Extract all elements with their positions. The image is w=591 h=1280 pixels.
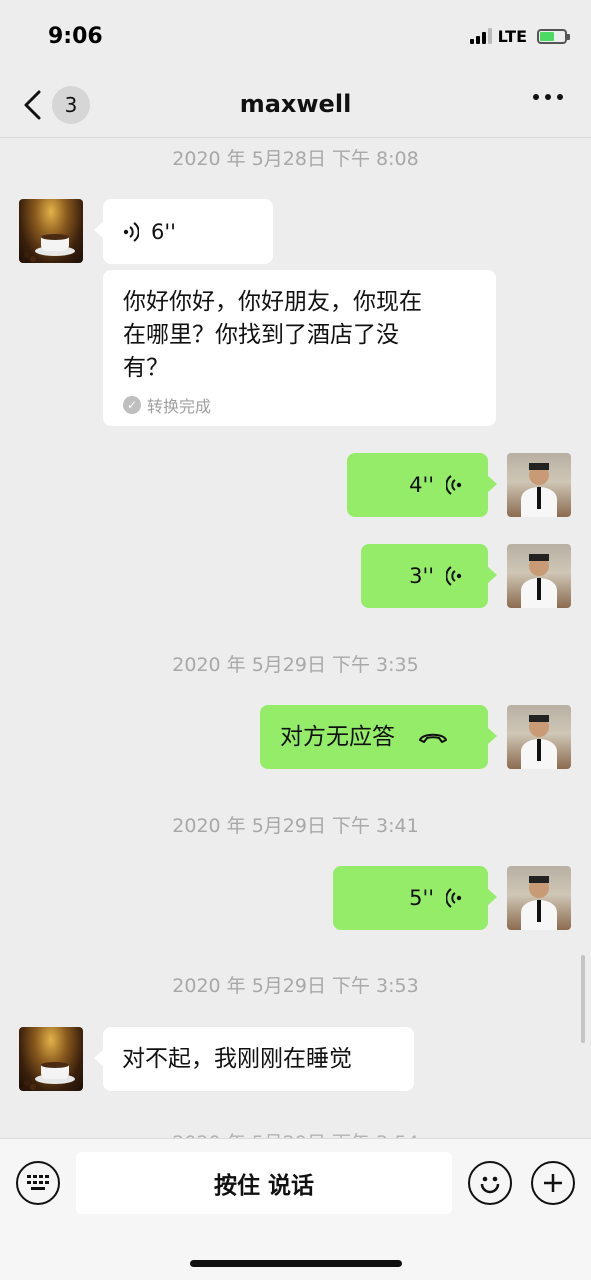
call-record-bubble[interactable]: 对方无应答 bbox=[260, 705, 497, 769]
timestamp: 2020 年 5月28日 下午 8:08 bbox=[172, 148, 419, 170]
coffee-cup-image bbox=[21, 234, 75, 263]
keyboard-icon bbox=[27, 1175, 49, 1190]
contact-avatar[interactable] bbox=[19, 1027, 83, 1091]
scroll-indicator[interactable] bbox=[581, 955, 585, 1043]
transcription-status-label: 转换完成 bbox=[147, 397, 212, 416]
battery-icon bbox=[537, 28, 570, 44]
voice-message-bubble[interactable]: 4'' bbox=[347, 453, 497, 517]
transcription-line: 有？ bbox=[123, 355, 169, 381]
transcription-status: ✓ 转换完成 bbox=[123, 393, 476, 417]
voice-wave-icon bbox=[123, 221, 139, 242]
my-avatar[interactable] bbox=[507, 544, 571, 608]
voice-duration: 3'' bbox=[409, 564, 434, 588]
person-photo bbox=[521, 554, 557, 608]
voice-message-bubble[interactable]: 3'' bbox=[361, 544, 497, 608]
voice-duration: 5'' bbox=[409, 886, 434, 910]
voice-message-bubble[interactable]: 6'' bbox=[94, 199, 273, 264]
emoji-button[interactable] bbox=[468, 1161, 512, 1205]
voice-duration: 4'' bbox=[409, 473, 434, 497]
my-avatar[interactable] bbox=[507, 705, 571, 769]
more-options-icon[interactable] bbox=[533, 94, 563, 100]
voice-wave-icon bbox=[446, 475, 462, 495]
coffee-cup-image bbox=[21, 1062, 75, 1091]
status-indicators: LTE bbox=[469, 26, 570, 46]
input-bar: 按住 说话 bbox=[0, 1138, 591, 1280]
timestamp: 2020 年 5月29日 下午 3:53 bbox=[172, 975, 419, 997]
voice-duration: 6'' bbox=[151, 219, 176, 244]
home-indicator bbox=[190, 1260, 402, 1267]
timestamp: 2020 年 5月29日 下午 3:41 bbox=[172, 815, 419, 837]
smiley-icon bbox=[480, 1176, 500, 1194]
check-icon: ✓ bbox=[123, 396, 141, 414]
person-photo bbox=[521, 876, 557, 930]
timestamp: 2020 年 5月29日 下午 3:35 bbox=[172, 654, 419, 676]
more-functions-button[interactable] bbox=[531, 1161, 575, 1205]
message-text: 对不起，我刚刚在睡觉 bbox=[122, 1045, 352, 1072]
my-avatar[interactable] bbox=[507, 866, 571, 930]
voice-wave-icon bbox=[446, 566, 462, 586]
nav-bar: 3 maxwell bbox=[0, 72, 591, 138]
transcription-line: 在哪里？你找到了酒店了没 bbox=[123, 322, 399, 348]
transcription-line: 你好你好，你好朋友，你现在 bbox=[123, 289, 422, 315]
contact-avatar[interactable] bbox=[19, 199, 83, 263]
chat-title: maxwell bbox=[239, 90, 352, 118]
call-status-text: 对方无应答 bbox=[280, 723, 395, 750]
person-photo bbox=[521, 715, 557, 769]
person-photo bbox=[521, 463, 557, 517]
plus-icon bbox=[544, 1174, 562, 1192]
status-time: 9:06 bbox=[48, 23, 103, 49]
timestamp: 2020 年 5月29日 下午 3:54 bbox=[0, 1128, 591, 1138]
signal-icon bbox=[469, 28, 492, 44]
voice-message-bubble[interactable]: 5'' bbox=[333, 866, 497, 930]
text-message-bubble[interactable]: 对不起，我刚刚在睡觉 bbox=[94, 1027, 414, 1091]
hold-to-talk-button[interactable]: 按住 说话 bbox=[76, 1152, 452, 1214]
phone-hangup-icon bbox=[419, 733, 447, 743]
my-avatar[interactable] bbox=[507, 453, 571, 517]
voice-transcription-bubble[interactable]: 你好你好，你好朋友，你现在 在哪里？你找到了酒店了没 有？ ✓ 转换完成 bbox=[103, 270, 496, 426]
keyboard-toggle-button[interactable] bbox=[16, 1161, 60, 1205]
network-type: LTE bbox=[497, 26, 527, 46]
status-bar: 9:06 LTE bbox=[0, 0, 591, 72]
voice-wave-icon bbox=[446, 888, 462, 908]
